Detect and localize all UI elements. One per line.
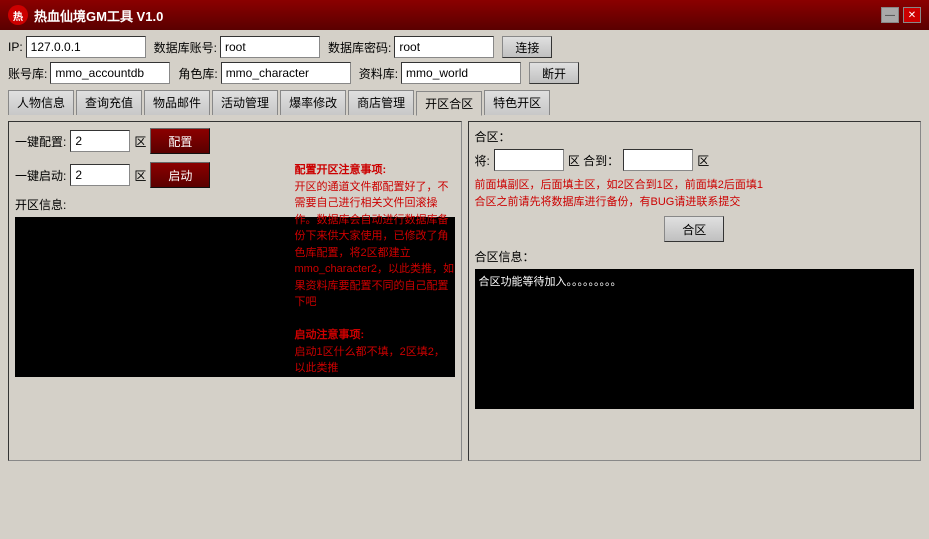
db-password-field-row: 数据库密码: (328, 36, 494, 58)
merge-button[interactable]: 合区 (664, 216, 724, 242)
left-panel: 一键配置: 区 配置 一键启动: 区 启动 开区信息: 配置开区注意事项: 开区… (8, 121, 462, 461)
role-db-label: 角色库: (178, 65, 217, 82)
merge-desc: 前面填副区，后面填主区，如2区合到1区，前面填2后面填1 合区之前请先将数据库进… (475, 177, 915, 210)
db-account-label: 数据库账号: (154, 39, 217, 56)
app-icon: 热 (8, 5, 28, 25)
connect-button[interactable]: 连接 (502, 36, 552, 58)
db-password-input[interactable] (394, 36, 494, 58)
merge-info-box: 合区功能等待加入。。。。。。。。。 (475, 269, 915, 409)
merge-section-label: 合区： (475, 128, 915, 145)
tab-activity[interactable]: 活动管理 (212, 90, 278, 115)
disconnect-button[interactable]: 断开 (529, 62, 579, 84)
close-button[interactable]: ✕ (903, 7, 921, 23)
window-controls: — ✕ (881, 7, 921, 23)
tab-item-mail[interactable]: 物品邮件 (144, 90, 210, 115)
db-password-label: 数据库密码: (328, 39, 391, 56)
role-db-field-row: 角色库: (178, 62, 350, 84)
config-unit: 区 (134, 133, 146, 150)
main-content: IP: 数据库账号: 数据库密码: 连接 账号库: 角色库: 资料库: 断开 人… (0, 30, 929, 539)
account-db-label: 账号库: (8, 65, 47, 82)
merge-from-unit: 区 合到： (568, 152, 619, 169)
one-click-start-label: 一键启动: (15, 167, 66, 184)
start-input[interactable] (70, 164, 130, 186)
panels-container: 一键配置: 区 配置 一键启动: 区 启动 开区信息: 配置开区注意事项: 开区… (8, 121, 921, 461)
account-db-input[interactable] (50, 62, 170, 84)
merge-info-label: 合区信息： (475, 248, 915, 265)
config-button[interactable]: 配置 (150, 128, 210, 154)
one-click-config-label: 一键配置: (15, 133, 66, 150)
config-input[interactable] (70, 130, 130, 152)
merge-waiting-text: 合区功能等待加入。。。。。。。。。 (479, 276, 622, 288)
start-unit: 区 (134, 167, 146, 184)
merge-from-input[interactable] (494, 149, 564, 171)
tab-recharge[interactable]: 查询充值 (76, 90, 142, 115)
notice-config-body: 开区的通道文件都配置好了，不需要自己进行相关文件回滚操作。数据库会自动进行数据库… (295, 181, 455, 309)
tab-special-open[interactable]: 特色开区 (484, 90, 550, 115)
data-db-label: 资料库: (359, 65, 398, 82)
ip-label: IP: (8, 40, 23, 54)
merge-to-input[interactable] (623, 149, 693, 171)
notice-start-title: 启动注意事项: (295, 329, 365, 341)
window-title: 热血仙境GM工具 V1.0 (34, 6, 881, 25)
merge-from-label: 将: (475, 152, 490, 169)
db-account-input[interactable] (220, 36, 320, 58)
tab-open-merge[interactable]: 开区合区 (416, 91, 482, 116)
notice-config-title: 配置开区注意事项: (295, 164, 387, 176)
tab-person-info[interactable]: 人物信息 (8, 90, 74, 115)
merge-to-unit: 区 (697, 152, 709, 169)
notice-text: 配置开区注意事项: 开区的通道文件都配置好了，不需要自己进行相关文件回滚操作。数… (295, 162, 455, 377)
db-account-field-row: 数据库账号: (154, 36, 320, 58)
ip-field-row: IP: (8, 36, 146, 58)
ip-input[interactable] (26, 36, 146, 58)
data-db-input[interactable] (401, 62, 521, 84)
tabs: 人物信息 查询充值 物品邮件 活动管理 爆率修改 商店管理 开区合区 特色开区 (8, 90, 921, 115)
config-row: 一键配置: 区 配置 (15, 128, 455, 154)
tab-shop[interactable]: 商店管理 (348, 90, 414, 115)
data-db-field-row: 资料库: (359, 62, 521, 84)
start-button[interactable]: 启动 (150, 162, 210, 188)
notice-start-body: 启动1区什么都不填，2区填2，以此类推 (295, 346, 445, 375)
merge-row: 将: 区 合到： 区 (475, 149, 915, 171)
tab-drop-rate[interactable]: 爆率修改 (280, 90, 346, 115)
account-db-field-row: 账号库: (8, 62, 170, 84)
role-db-input[interactable] (221, 62, 351, 84)
right-panel: 合区： 将: 区 合到： 区 前面填副区，后面填主区，如2区合到1区，前面填2后… (468, 121, 922, 461)
title-bar: 热 热血仙境GM工具 V1.0 — ✕ (0, 0, 929, 30)
minimize-button[interactable]: — (881, 7, 899, 23)
